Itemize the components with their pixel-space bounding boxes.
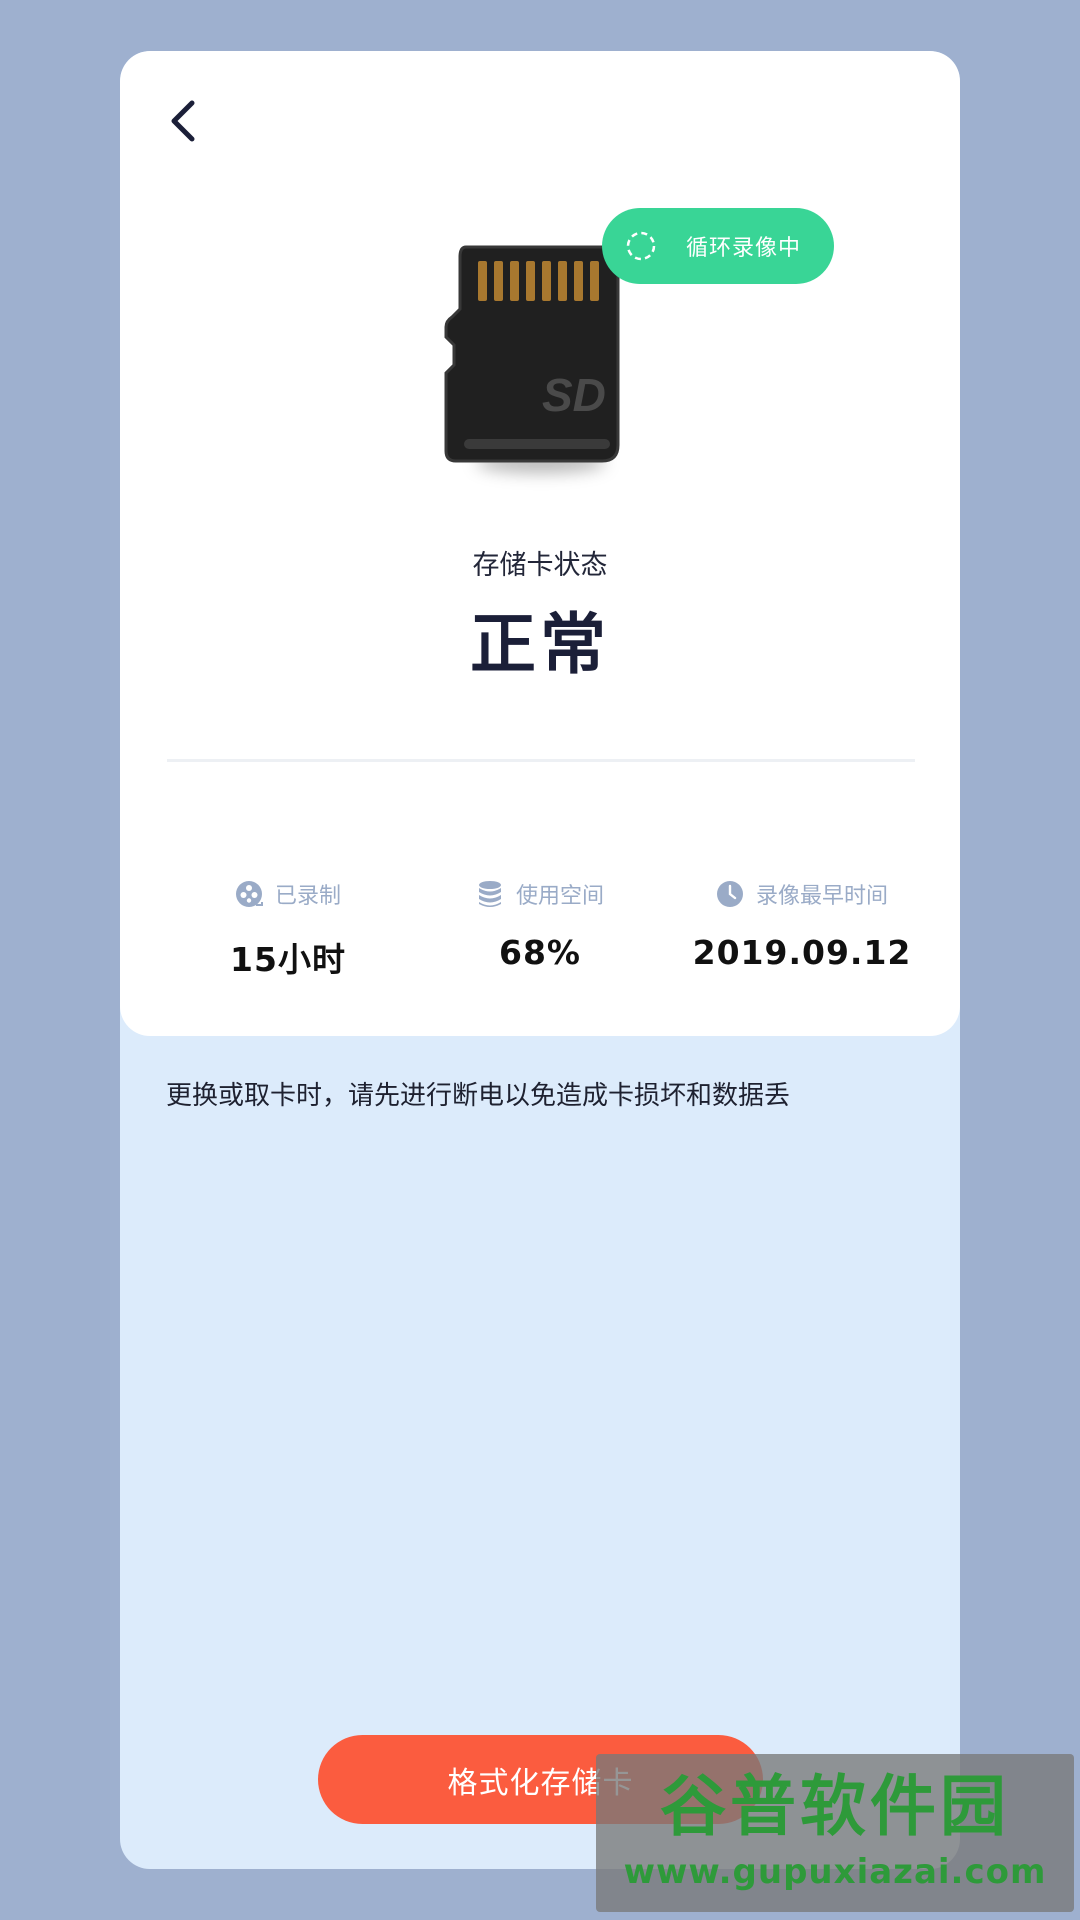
storage-status-card: SD 循环录像中 存储卡状态 正常 已录制 15小时 使用空间 68% 录像最早… (120, 51, 960, 1036)
watermark-title: 谷普软件园 (660, 1768, 1010, 1845)
stat-recorded-value: 15小时 (230, 940, 346, 979)
film-reel-icon (235, 881, 263, 907)
storage-state-label: 存储卡状态 (472, 550, 608, 581)
divider (167, 759, 915, 762)
stat-recorded: 已录制 15小时 (178, 877, 398, 981)
stat-recorded-label: 已录制 (274, 884, 341, 909)
back-button[interactable] (158, 91, 218, 151)
loading-ring-icon (626, 231, 656, 261)
clock-icon (716, 881, 743, 907)
storage-state-value: 正常 (470, 606, 610, 683)
power-off-notice: 更换或取卡时，请先进行断电以免造成卡损坏和数据丢 (166, 1081, 791, 1111)
recording-status-label: 循环录像中 (686, 236, 802, 261)
stat-used-space: 使用空间 68% (420, 877, 660, 972)
watermark: 谷普软件园 www.gupuxiazai.com (596, 1754, 1074, 1912)
stat-used-space-label: 使用空间 (515, 884, 604, 909)
stat-earliest-recording-label: 录像最早时间 (755, 884, 888, 909)
watermark-url: www.gupuxiazai.com (623, 1852, 1047, 1892)
chevron-left-icon (171, 100, 195, 142)
sd-card-panel: SD 循环录像中 存储卡状态 正常 已录制 15小时 使用空间 68% 录像最早… (120, 51, 960, 1869)
database-icon (478, 881, 501, 907)
stat-earliest-recording-value: 2019.09.12 (692, 933, 912, 972)
sd-card-icon: SD (442, 241, 630, 473)
recording-status-badge: 循环录像中 (602, 208, 834, 284)
stat-used-space-value: 68% (499, 933, 581, 972)
sd-card-mark: SD (542, 369, 606, 421)
stat-earliest-recording: 录像最早时间 2019.09.12 (672, 877, 932, 972)
